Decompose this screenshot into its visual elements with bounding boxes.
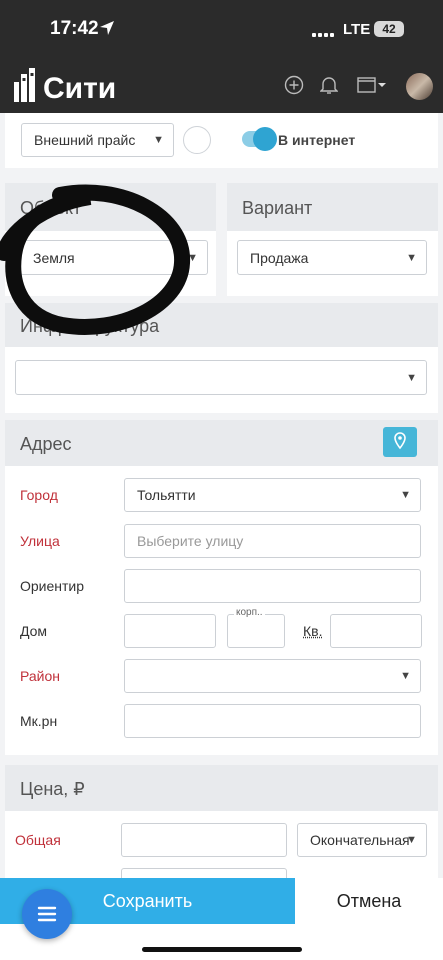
city-label: Город [20,487,58,503]
status-time: 17:42 [50,18,99,39]
building-input[interactable] [227,614,285,648]
price-radio[interactable] [183,126,211,154]
status-bar: 17:42 LTE 42 [0,0,443,60]
street-label: Улица [20,533,60,549]
variant-value: Продажа [250,249,309,266]
chevron-down-icon: ▼ [153,134,164,146]
price-list-select[interactable]: Внешний прайс ▼ [21,123,174,157]
price-type-value: Окончательная [310,832,410,848]
map-pin-icon [394,432,406,450]
bell-icon[interactable] [320,75,338,95]
price-title: Цена, ₽ [5,765,438,811]
internet-toggle[interactable] [242,127,278,151]
variant-panel: Вариант Продажа ▼ [227,183,438,296]
street-input[interactable]: Выберите улицу [124,524,421,558]
house-input[interactable] [124,614,216,648]
price-type-select[interactable]: Окончательная ▼ [297,823,427,857]
app-header: Сити [0,60,443,113]
apartment-input[interactable] [330,614,422,648]
microdistrict-label: Мк.рн [20,713,58,729]
home-indicator [142,947,302,952]
battery-icon: 42 [374,21,404,37]
app-logo-text: Сити [43,72,117,105]
landmark-label: Ориентир [20,578,85,594]
microdistrict-input[interactable] [124,704,421,738]
address-title: Адрес [5,420,438,466]
apartment-label: Кв. [303,623,323,639]
scribble-circle-mark [0,184,191,335]
cancel-button[interactable]: Отмена [295,878,443,924]
house-label: Дом [20,623,48,639]
building-label: корп.. [234,607,265,618]
hamburger-menu-icon [37,906,57,922]
city-select[interactable]: Тольятти ▼ [124,478,421,512]
signal-icon [312,24,336,42]
location-arrow-icon [100,21,114,35]
city-logo-icon [14,68,35,102]
add-circle-icon[interactable] [284,75,304,95]
extra-price-input[interactable] [121,868,287,878]
top-row-panel: Внешний прайс ▼ В интернет [5,113,438,168]
price-panel: Цена, ₽ [5,765,438,878]
price-list-value: Внешний прайс [34,132,136,148]
internet-label: В интернет [278,132,356,148]
variant-title: Вариант [227,183,438,231]
chevron-down-icon: ▼ [406,834,417,846]
network-type: LTE [343,21,371,38]
total-price-label: Общая [15,832,61,848]
chevron-down-icon: ▼ [400,670,411,682]
chevron-down-icon: ▼ [406,251,417,264]
menu-button[interactable] [22,889,72,939]
street-placeholder: Выберите улицу [137,533,244,549]
total-price-input[interactable] [121,823,287,857]
district-label: Район [20,668,60,684]
district-select[interactable]: ▼ [124,659,421,693]
infrastructure-select[interactable]: ▼ [15,360,427,395]
chevron-down-icon: ▼ [400,489,411,501]
city-value: Тольятти [137,487,196,503]
map-pin-button[interactable] [383,427,417,457]
window-dropdown-icon[interactable] [357,77,387,93]
landmark-input[interactable] [124,569,421,603]
user-avatar[interactable] [406,73,433,100]
chevron-down-icon: ▼ [406,371,417,384]
variant-select[interactable]: Продажа ▼ [237,240,427,275]
